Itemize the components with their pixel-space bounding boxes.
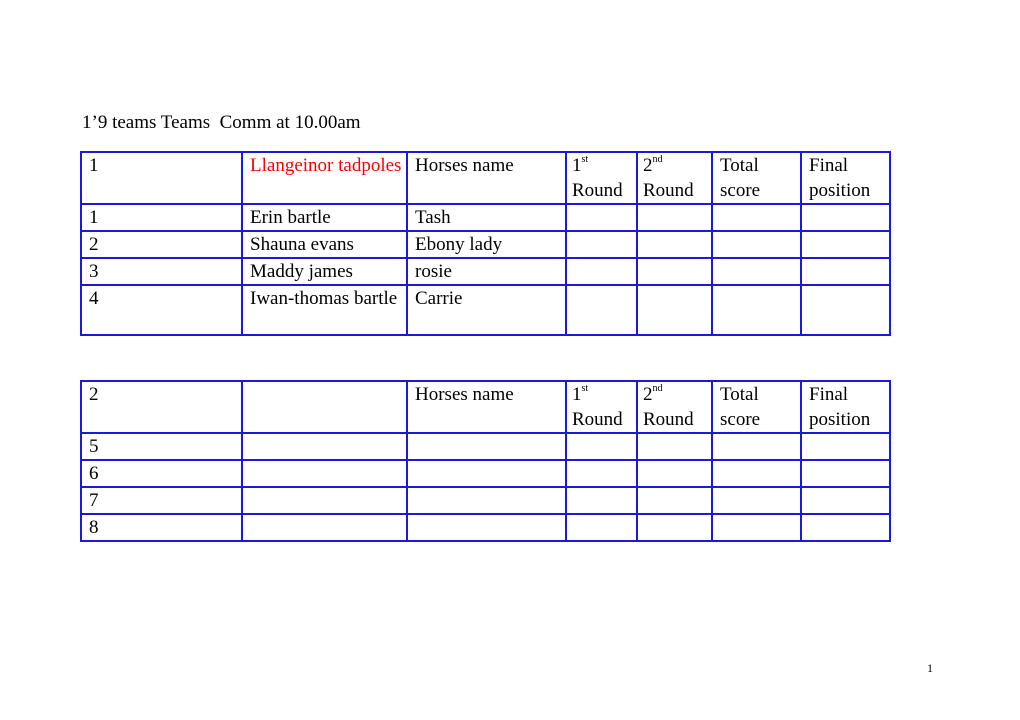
rider-name: Shauna evans	[241, 230, 408, 259]
rider-name: Erin bartle	[241, 203, 408, 232]
final-position	[800, 486, 891, 515]
total-score	[711, 257, 802, 286]
total-score	[711, 486, 802, 515]
horse-name: Ebony lady	[406, 230, 567, 259]
rider-name	[241, 513, 408, 542]
round-1-score	[565, 432, 638, 461]
table-row: 1 Erin bartle Tash	[80, 203, 891, 232]
round-1-number: 1	[572, 155, 582, 176]
rider-name	[241, 432, 408, 461]
page-number: 1	[927, 661, 933, 675]
round-2-suffix: nd	[652, 154, 663, 165]
header-horses-name: Horses name	[406, 380, 567, 434]
total-score	[711, 459, 802, 488]
final-position	[800, 230, 891, 259]
rider-name: Iwan-thomas bartle	[241, 284, 408, 336]
team-number: 2	[80, 380, 243, 434]
table-header-row: 2 Horses name 1st Round 2nd Round Total sc…	[80, 380, 891, 434]
rider-number: 3	[80, 257, 243, 286]
final-position	[800, 459, 891, 488]
round-2-score	[636, 257, 713, 286]
round-2-score	[636, 230, 713, 259]
round-2-score	[636, 459, 713, 488]
total-score	[711, 203, 802, 232]
round-2-score	[636, 486, 713, 515]
table-row: 7	[80, 486, 891, 515]
horse-name: Carrie	[406, 284, 567, 336]
horse-name	[406, 513, 567, 542]
team-name	[241, 380, 408, 434]
final-position	[800, 284, 891, 336]
rider-number: 7	[80, 486, 243, 515]
table-row: 8	[80, 513, 891, 542]
final-position	[800, 257, 891, 286]
round-1-score	[565, 257, 638, 286]
round-2-number: 2	[643, 384, 653, 405]
round-1-label: Round	[572, 180, 623, 201]
header-round-2: 2nd Round	[636, 151, 713, 205]
round-1-score	[565, 459, 638, 488]
round-2-score	[636, 284, 713, 336]
horse-name	[406, 486, 567, 515]
rider-name: Maddy james	[241, 257, 408, 286]
round-1-score	[565, 284, 638, 336]
rider-number: 2	[80, 230, 243, 259]
rider-number: 8	[80, 513, 243, 542]
final-position	[800, 432, 891, 461]
rider-name	[241, 459, 408, 488]
horse-name	[406, 459, 567, 488]
rider-name	[241, 486, 408, 515]
round-1-suffix: st	[581, 154, 589, 165]
header-round-2: 2nd Round	[636, 380, 713, 434]
round-2-suffix: nd	[652, 383, 663, 394]
rider-number: 4	[80, 284, 243, 336]
total-score	[711, 513, 802, 542]
final-position	[800, 203, 891, 232]
round-1-suffix: st	[581, 383, 589, 394]
horse-name: Tash	[406, 203, 567, 232]
round-1-score	[565, 203, 638, 232]
header-round-1: 1st Round	[565, 151, 638, 205]
round-1-score	[565, 486, 638, 515]
rider-number: 5	[80, 432, 243, 461]
round-2-score	[636, 513, 713, 542]
horse-name: rosie	[406, 257, 567, 286]
table-row: 5	[80, 432, 891, 461]
total-score	[711, 230, 802, 259]
header-final-position: Final position	[800, 151, 891, 205]
table-row: 4 Iwan-thomas bartle Carrie	[80, 284, 891, 336]
round-2-score	[636, 203, 713, 232]
total-score	[711, 432, 802, 461]
round-1-score	[565, 230, 638, 259]
rider-number: 1	[80, 203, 243, 232]
table-row: 3 Maddy james rosie	[80, 257, 891, 286]
rider-number: 6	[80, 459, 243, 488]
table-row: 2 Shauna evans Ebony lady	[80, 230, 891, 259]
header-horses-name: Horses name	[406, 151, 567, 205]
round-1-score	[565, 513, 638, 542]
round-1-label: Round	[572, 409, 623, 430]
header-final-position: Final position	[800, 380, 891, 434]
table-row: 6	[80, 459, 891, 488]
header-round-1: 1st Round	[565, 380, 638, 434]
table-header-row: 1 Llangeinor tadpoles Horses name 1st Rou…	[80, 151, 891, 205]
team-number: 1	[80, 151, 243, 205]
round-2-label: Round	[643, 409, 694, 430]
round-2-number: 2	[643, 155, 653, 176]
header-total-score: Total score	[711, 380, 802, 434]
team-table-2: 2 Horses name 1st Round 2nd Round Total sc…	[80, 380, 891, 542]
horse-name	[406, 432, 567, 461]
round-2-score	[636, 432, 713, 461]
team-table-1: 1 Llangeinor tadpoles Horses name 1st Rou…	[80, 151, 891, 336]
round-2-label: Round	[643, 180, 694, 201]
round-1-number: 1	[572, 384, 582, 405]
team-name: Llangeinor tadpoles	[241, 151, 408, 205]
document-title: 1’9 teams Teams Comm at 10.00am	[82, 112, 361, 133]
final-position	[800, 513, 891, 542]
total-score	[711, 284, 802, 336]
header-total-score: Total score	[711, 151, 802, 205]
